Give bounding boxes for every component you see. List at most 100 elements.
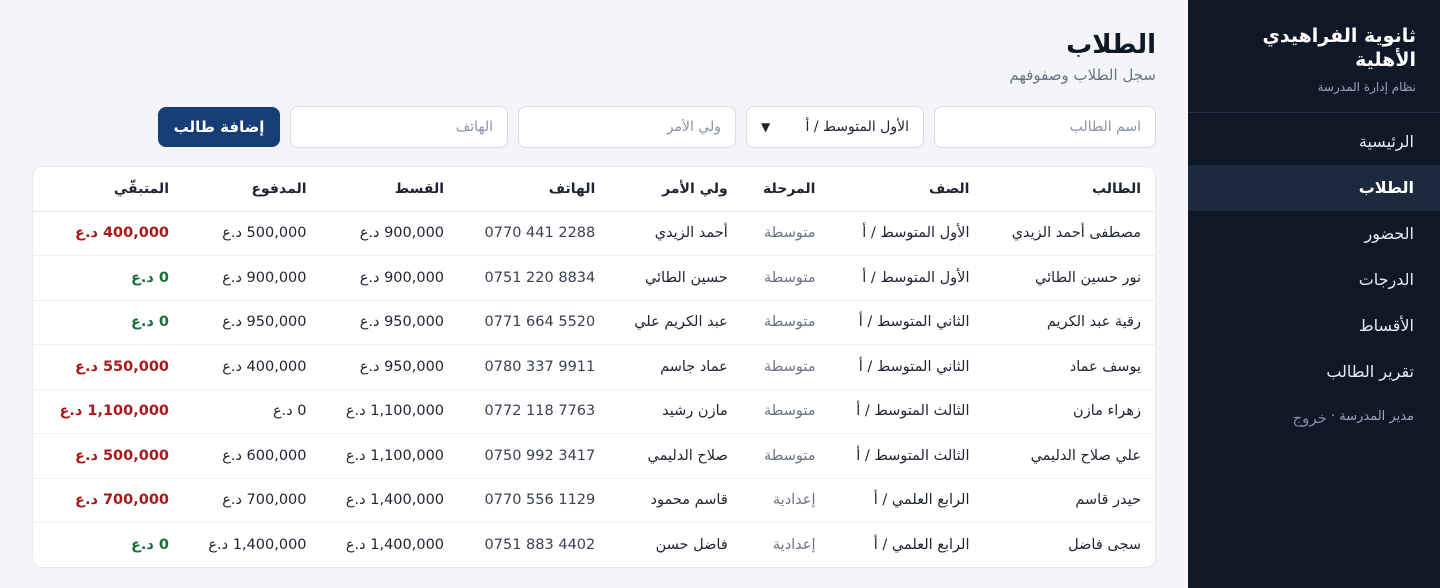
class-cell: الثالث المتوسط / أ [829,433,984,479]
phone-cell: 0780 337 9911 [458,344,610,390]
class-cell: الثالث المتوسط / أ [829,389,984,434]
class-cell: الثاني المتوسط / أ [829,300,984,345]
fee-cell: 950,000 د.ع [320,344,459,390]
class-select-value: الأول المتوسط / أ [805,119,910,135]
fee-cell: 1,400,000 د.ع [320,478,459,523]
class-select[interactable]: الأول المتوسط / أ ▼ [746,106,924,148]
add-student-form: الأول المتوسط / أ ▼ إضافة طالب [32,106,1156,148]
class-cell: الثاني المتوسط / أ [829,344,984,390]
page-title: الطلاب [1066,30,1156,60]
class-cell: الأول المتوسط / أ [829,255,984,301]
remaining-cell: 550,000 د.ع [33,344,183,390]
table-row[interactable]: حيدر قاسم الرابع العلمي / أ إعدادية قاسم مح… [33,478,1155,523]
paid-cell: 1,400,000 د.ع [208,537,307,553]
table-row[interactable]: رقية عبد الكريم الثاني المتوسط / أ متوسطة ع… [33,300,1155,345]
stage-cell: متوسطة [741,433,830,479]
brand: ثانوية الفراهيدي الأهلية نظام إدارة المد… [1188,0,1440,113]
user-role: مدير المدرسة · [1330,409,1414,424]
col-paid: المدفوع [183,167,321,212]
paid-cell: 0 د.ع [183,389,321,434]
add-student-button[interactable]: إضافة طالب [158,107,280,147]
class-cell: الرابع العلمي / أ [873,537,970,553]
stage-cell: متوسطة [741,255,830,301]
col-student: الطالب [983,167,1155,212]
student-cell: سجى فاضل [1068,537,1141,553]
guardian-cell: عماد جاسم [609,344,742,390]
col-class: الصف [829,167,984,212]
table-row[interactable]: نور حسين الطائي الأول المتوسط / أ متوسطة حس… [33,255,1155,301]
remaining-cell: 500,000 د.ع [33,433,183,479]
stage-cell: متوسطة [741,389,830,434]
phone-cell: 0772 118 7763 [458,389,610,434]
sidebar: ثانوية الفراهيدي الأهلية نظام إدارة المد… [1188,0,1440,588]
table-row[interactable]: سجى فاضل الرابع العلمي / أ إعدادية فاضل حسن… [33,523,1155,568]
student-cell: زهراء مازن [983,389,1155,434]
fee-cell: 1,400,000 د.ع [345,537,445,553]
chevron-down-icon: ▼ [761,120,771,134]
paid-cell: 950,000 د.ع [183,300,321,345]
guardian-cell: قاسم محمود [609,478,742,523]
school-name: ثانوية الفراهيدي الأهلية [1262,25,1416,71]
table-row[interactable]: يوسف عماد الثاني المتوسط / أ متوسطة عماد جا… [33,344,1155,390]
sidebar-item-installments[interactable]: الأقساط [1188,303,1440,349]
sidebar-item-home[interactable]: الرئيسية [1188,119,1440,165]
col-remaining: المتبقّي [33,167,183,212]
paid-cell: 600,000 د.ع [183,433,321,479]
col-stage: المرحلة [741,167,830,212]
student-cell: علي صلاح الدليمي [983,433,1155,479]
class-cell: الرابع العلمي / أ [829,478,984,523]
sidebar-item-student-report[interactable]: تقرير الطالب [1188,349,1440,395]
remaining-cell: 400,000 د.ع [33,211,183,256]
remaining-cell: 1,100,000 د.ع [33,389,183,434]
stage-cell: متوسطة [741,211,830,256]
paid-cell: 700,000 د.ع [183,478,321,523]
logout-link[interactable]: خروج [1292,409,1326,427]
stage-cell: إعدادية [741,478,830,523]
paid-cell: 900,000 د.ع [183,255,321,301]
guardian-cell: مازن رشيد [609,389,742,434]
phone-cell: 0751 883 4402 [484,537,596,553]
student-cell: نور حسين الطائي [983,255,1155,301]
col-fee: القسط [320,167,459,212]
app-shell: ثانوية الفراهيدي الأهلية نظام إدارة المد… [0,0,1440,588]
sidebar-item-attendance[interactable]: الحضور [1188,211,1440,257]
fee-cell: 900,000 د.ع [320,211,459,256]
remaining-cell: 0 د.ع [131,537,169,553]
fee-cell: 1,100,000 د.ع [320,389,459,434]
student-cell: يوسف عماد [983,344,1155,390]
student-cell: رقية عبد الكريم [983,300,1155,345]
phone-input[interactable] [290,106,508,148]
guardian-input[interactable] [518,106,736,148]
paid-cell: 500,000 د.ع [183,211,321,256]
guardian-cell: أحمد الزيدي [609,211,742,256]
fee-cell: 950,000 د.ع [320,300,459,345]
phone-cell: 0750 992 3417 [458,433,610,479]
page-subtitle: سجل الطلاب وصفوفهم [1009,66,1156,84]
student-cell: مصطفى أحمد الزيدي [983,211,1155,256]
remaining-cell: 0 د.ع [33,300,183,345]
guardian-cell: حسين الطائي [609,255,742,301]
phone-cell: 0770 441 2288 [458,211,610,256]
table-row[interactable]: علي صلاح الدليمي الثالث المتوسط / أ متوسطة… [33,433,1155,479]
sidebar-item-students[interactable]: الطلاب [1188,165,1440,211]
table-row[interactable]: زهراء مازن الثالث المتوسط / أ متوسطة مازن ر… [33,389,1155,434]
stage-cell: متوسطة [741,300,830,345]
col-phone: الهاتف [458,167,610,212]
col-guardian: ولي الأمر [609,167,742,212]
table-body: مصطفى أحمد الزيدي الأول المتوسط / أ متوسطة… [33,211,1155,567]
remaining-cell: 0 د.ع [33,255,183,301]
guardian-cell: عبد الكريم علي [609,300,742,345]
paid-cell: 400,000 د.ع [183,344,321,390]
student-cell: حيدر قاسم [983,478,1155,523]
students-table-card: الطالب الصف المرحلة ولي الأمر الهاتف الق… [32,166,1156,568]
stage-cell: إعدادية [772,537,816,553]
table-row[interactable]: مصطفى أحمد الزيدي الأول المتوسط / أ متوسطة… [33,211,1155,256]
student-name-input[interactable] [934,106,1156,148]
guardian-cell: فاضل حسن [655,537,728,553]
phone-cell: 0771 664 5520 [458,300,610,345]
sidebar-item-grades[interactable]: الدرجات [1188,257,1440,303]
main-content: الطلاب سجل الطلاب وصفوفهم الأول المتوسط … [0,0,1188,588]
students-table: الطالب الصف المرحلة ولي الأمر الهاتف الق… [33,167,1155,567]
system-name: نظام إدارة المدرسة [1317,80,1416,94]
stage-cell: متوسطة [741,344,830,390]
